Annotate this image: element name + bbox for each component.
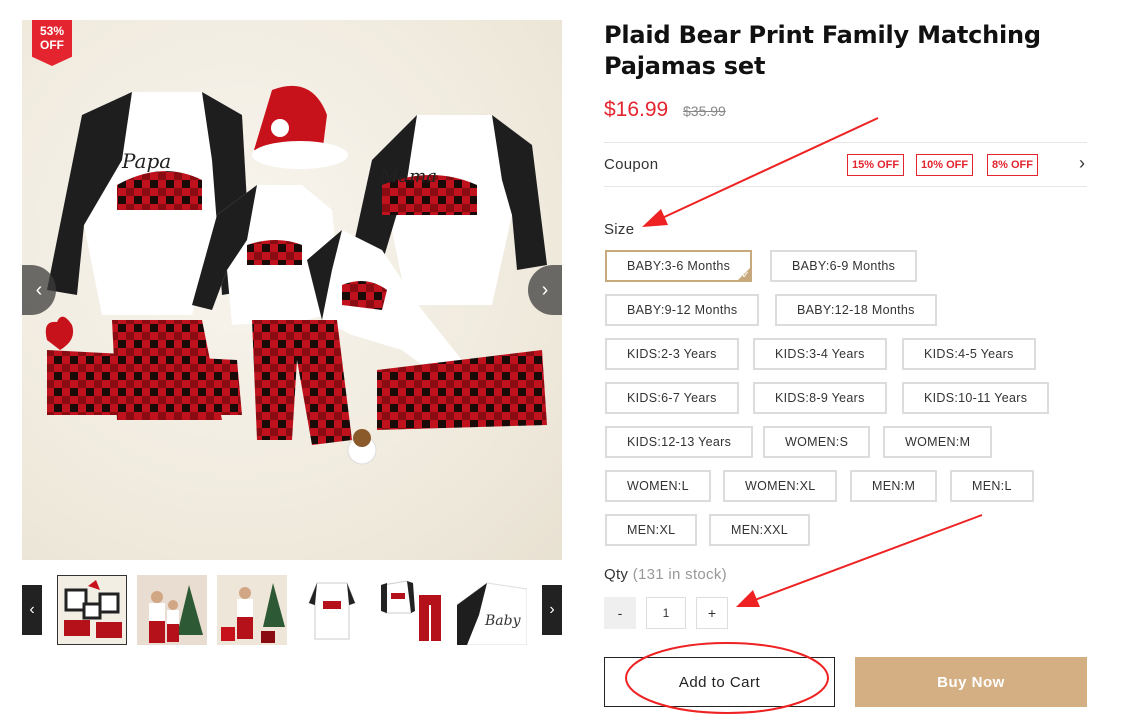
size-option-kids-3-4y[interactable]: KIDS:3-4 Years [753, 338, 887, 370]
size-option-label: BABY:3-6 Months [627, 259, 731, 273]
chevron-right-icon: › [549, 601, 555, 618]
chevron-left-icon: ‹ [29, 601, 35, 618]
size-option-label: WOMEN:L [627, 479, 689, 493]
size-label: Size [604, 221, 635, 238]
svg-text:Baby: Baby [484, 613, 522, 629]
size-option-women-m[interactable]: WOMEN:M [883, 426, 993, 458]
baby-top-closeup-thumb: Baby [457, 575, 527, 645]
thumbnail-5[interactable] [377, 575, 447, 645]
size-option-men-l[interactable]: MEN:L [950, 470, 1034, 502]
coupon-tag-3[interactable]: 8% OFF [987, 154, 1038, 176]
size-option-kids-8-9y[interactable]: KIDS:8-9 Years [753, 382, 887, 414]
size-option-kids-2-3y[interactable]: KIDS:2-3 Years [605, 338, 739, 370]
coupon-tag-1[interactable]: 15% OFF [847, 154, 905, 176]
chevron-right-icon: › [541, 278, 549, 301]
size-option-men-xl[interactable]: MEN:XL [605, 514, 698, 546]
quantity-input[interactable]: 1 [646, 597, 686, 629]
size-option-baby-9-12m[interactable]: BABY:9-12 Months [605, 294, 760, 326]
quantity-increase-button[interactable]: + [696, 597, 728, 629]
thumbnail-6[interactable]: Baby [457, 575, 527, 645]
size-option-kids-12-13y[interactable]: KIDS:12-13 Years [605, 426, 754, 458]
size-option-label: BABY:12-18 Months [797, 303, 915, 317]
size-option-kids-6-7y[interactable]: KIDS:6-7 Years [605, 382, 739, 414]
sale-price: $16.99 [604, 98, 669, 121]
chevron-right-icon[interactable]: › [1079, 153, 1085, 174]
kid-top-and-pants-thumb [377, 575, 447, 645]
size-option-baby-3-6m[interactable]: BABY:3-6 Months ✓ [605, 250, 753, 282]
stock-count: (131 in stock) [632, 566, 727, 583]
discount-badge-text: 53% OFF [39, 24, 65, 52]
size-option-baby-12-18m[interactable]: BABY:12-18 Months [775, 294, 937, 326]
size-option-label: BABY:9-12 Months [627, 303, 738, 317]
product-main-image[interactable]: Papa Mama 53% OFF ‹ › [22, 20, 562, 560]
size-option-label: KIDS:2-3 Years [627, 347, 717, 361]
thumbnail-3[interactable] [217, 575, 287, 645]
size-option-label: KIDS:10-11 Years [924, 391, 1028, 405]
coupon-tag-2[interactable]: 10% OFF [916, 154, 974, 176]
thumbnail-4[interactable] [297, 575, 367, 645]
size-option-label: KIDS:3-4 Years [775, 347, 865, 361]
size-option-label: KIDS:6-7 Years [627, 391, 717, 405]
size-option-label: MEN:M [872, 479, 916, 493]
add-to-cart-button[interactable]: Add to Cart [604, 657, 835, 707]
baby-romper-thumb [297, 575, 367, 645]
size-option-label: BABY:6-9 Months [792, 259, 896, 273]
size-option-kids-10-11y[interactable]: KIDS:10-11 Years [902, 382, 1050, 414]
family-pajamas-flatlay-thumb [58, 576, 126, 644]
size-option-label: WOMEN:S [785, 435, 849, 449]
quantity-label: Qty (131 in stock) [604, 566, 727, 583]
size-option-women-xl[interactable]: WOMEN:XL [723, 470, 838, 502]
size-option-label: MEN:L [972, 479, 1012, 493]
svg-text:Mama: Mama [379, 166, 437, 187]
family-by-tree-thumb [137, 575, 207, 645]
size-option-label: WOMEN:M [905, 435, 971, 449]
buy-now-button[interactable]: Buy Now [855, 657, 1087, 707]
size-option-label: WOMEN:XL [745, 479, 816, 493]
size-option-women-l[interactable]: WOMEN:L [605, 470, 711, 502]
quantity-decrease-button[interactable]: - [604, 597, 636, 629]
thumbnails-next-button[interactable]: › [542, 585, 562, 635]
size-option-label: KIDS:8-9 Years [775, 391, 865, 405]
checkmark-icon: ✓ [741, 270, 751, 281]
size-option-women-s[interactable]: WOMEN:S [763, 426, 871, 458]
quantity-label-text: Qty [604, 566, 629, 583]
coupon-label: Coupon [604, 156, 659, 173]
size-option-label: KIDS:4-5 Years [924, 347, 1014, 361]
thumbnail-2[interactable] [137, 575, 207, 645]
size-option-men-xxl[interactable]: MEN:XXL [709, 514, 810, 546]
size-option-kids-4-5y[interactable]: KIDS:4-5 Years [902, 338, 1036, 370]
discount-badge: 53% OFF [32, 20, 72, 66]
thumbnails-prev-button[interactable]: ‹ [22, 585, 42, 635]
size-option-label: MEN:XXL [731, 523, 788, 537]
chevron-left-icon: ‹ [35, 278, 43, 301]
kids-with-presents-thumb [217, 575, 287, 645]
size-option-label: MEN:XL [627, 523, 676, 537]
svg-text:Papa: Papa [121, 149, 171, 173]
original-price: $35.99 [683, 103, 726, 119]
pajamas-photo: Papa Mama [45, 85, 547, 465]
thumbnail-1[interactable] [57, 575, 127, 645]
coupon-row[interactable]: Coupon 15% OFF 10% OFF 8% OFF › [604, 142, 1087, 187]
product-title: Plaid Bear Print Family Matching Pajamas… [604, 21, 1041, 80]
size-option-label: KIDS:12-13 Years [627, 435, 732, 449]
size-option-men-m[interactable]: MEN:M [850, 470, 938, 502]
size-option-baby-6-9m[interactable]: BABY:6-9 Months [770, 250, 918, 282]
